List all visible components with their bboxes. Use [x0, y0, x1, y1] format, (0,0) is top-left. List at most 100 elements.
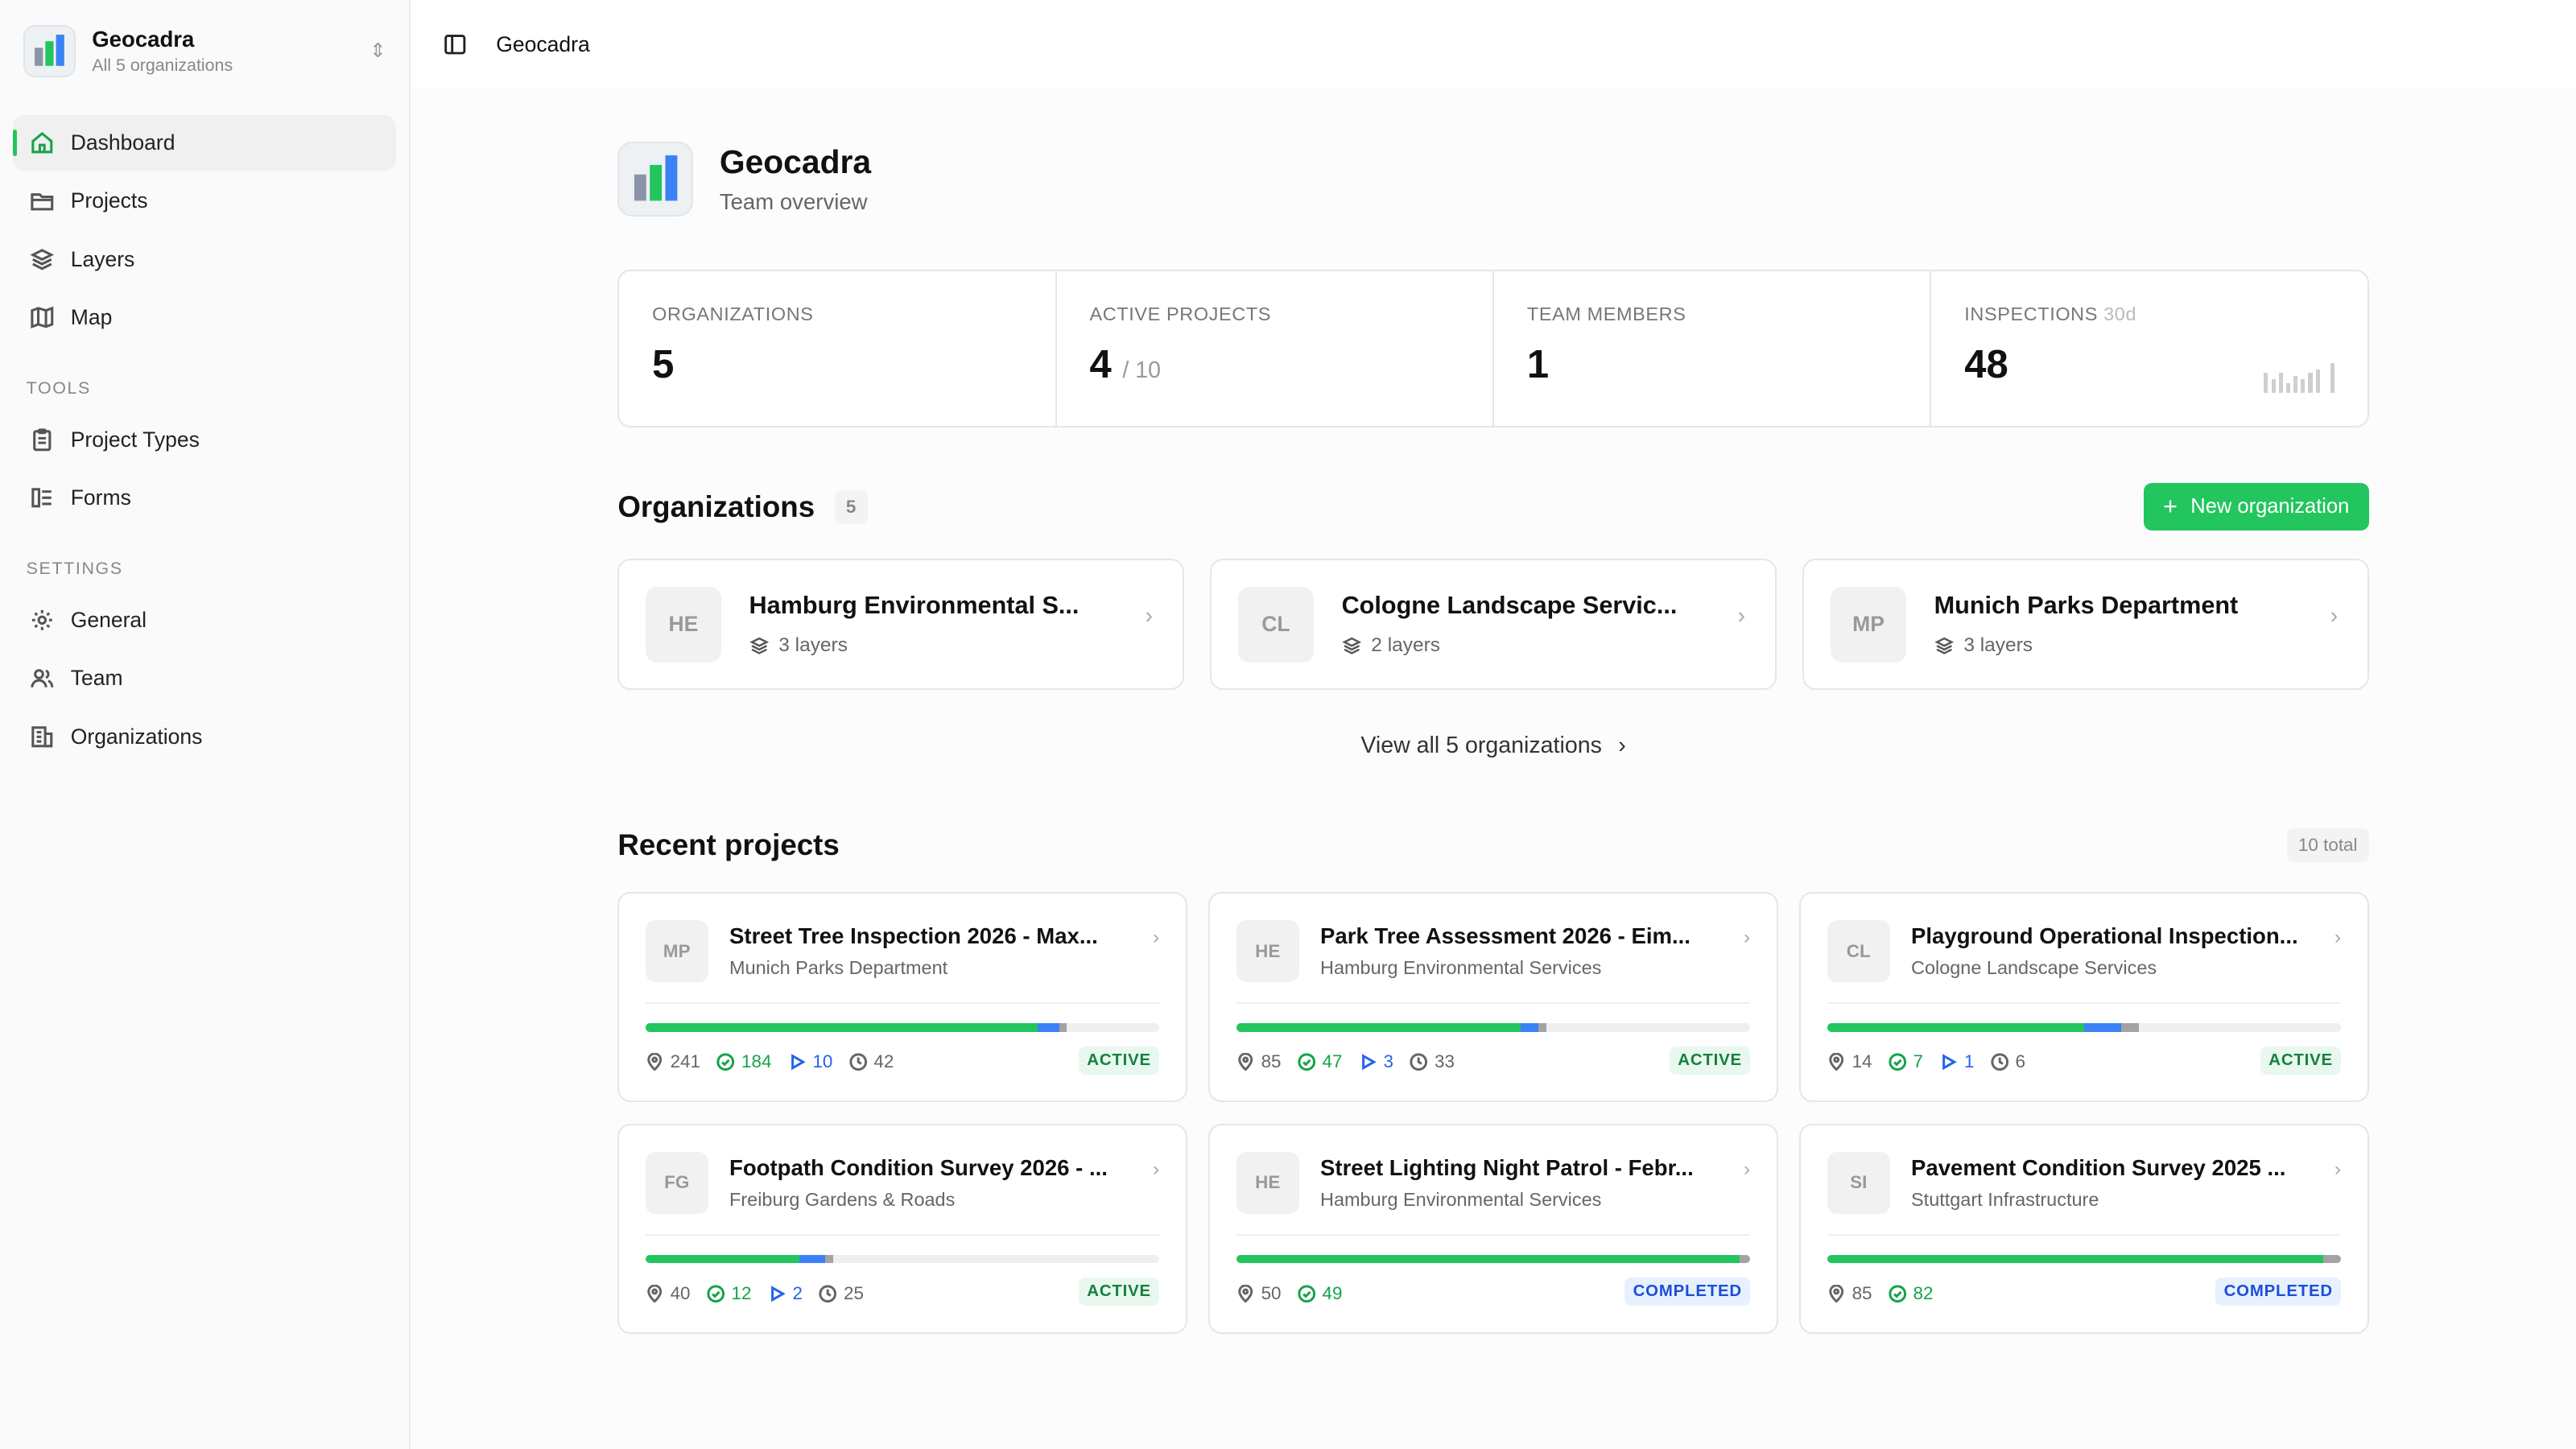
stat-in-progress: 10	[788, 1051, 832, 1072]
progress-in-progress-segment	[799, 1255, 826, 1264]
map-pin-icon	[647, 1284, 663, 1302]
stat-done: 49	[1298, 1283, 1343, 1304]
status-badge: ACTIVE	[1670, 1046, 1751, 1075]
organization-card[interactable]: CL Cologne Landscape Servic... 2 layers …	[1210, 559, 1777, 691]
stat-features: 85	[1827, 1283, 1872, 1304]
topbar: Geocadra	[411, 0, 2576, 89]
sidebar-item-dashboard[interactable]: Dashboard	[13, 114, 396, 171]
section-title: Organizations	[617, 489, 815, 523]
project-org: Hamburg Environmental Services	[1320, 957, 1602, 979]
sidebar-item-team[interactable]: Team	[13, 650, 396, 706]
org-card-meta: 3 layers	[749, 634, 1127, 657]
map-pin-icon	[1238, 1052, 1253, 1071]
org-avatar: MP	[1831, 586, 1906, 663]
org-card-meta: 2 layers	[1341, 634, 1719, 657]
progress-done-segment	[1827, 1255, 2323, 1264]
dashboard-content: Geocadra Team overview ORGANIZATIONS 5 A…	[617, 141, 2369, 1335]
clock-icon	[1410, 1053, 1428, 1071]
breadcrumb: Geocadra	[496, 31, 590, 56]
project-card[interactable]: HE Street Lighting Night Patrol - Febr..…	[1208, 1123, 1778, 1335]
project-org-avatar: HE	[1236, 1151, 1299, 1215]
main-nav: Dashboard Projects Layers Map TOOLS Proj…	[13, 114, 396, 765]
sidebar-item-layers[interactable]: Layers	[13, 232, 396, 287]
new-organization-button[interactable]: + New organization	[2143, 482, 2369, 531]
layers-icon	[1341, 637, 1361, 654]
play-icon	[1942, 1053, 1958, 1071]
project-card[interactable]: HE Park Tree Assessment 2026 - Eim... Ha…	[1208, 892, 1778, 1103]
project-org: Munich Parks Department	[729, 957, 948, 979]
project-org: Stuttgart Infrastructure	[1911, 1188, 2099, 1210]
project-card[interactable]: MP Street Tree Inspection 2026 - Max... …	[617, 892, 1187, 1103]
stat-pending: 25	[819, 1283, 864, 1304]
org-card-layers: 2 layers	[1371, 634, 1440, 657]
stat-total: / 10	[1122, 357, 1162, 383]
project-title: Pavement Condition Survey 2025 ...	[1911, 1154, 2286, 1180]
clock-icon	[849, 1053, 867, 1071]
sidebar-toggle-icon[interactable]	[444, 33, 467, 56]
view-all-organizations-link[interactable]: View all 5 organizations ›	[617, 733, 2368, 759]
check-circle-icon	[1889, 1053, 1907, 1071]
project-progress-bar	[645, 1255, 1160, 1264]
sidebar-item-label: Map	[70, 305, 113, 330]
project-title: Park Tree Assessment 2026 - Eim...	[1320, 923, 1690, 948]
project-card[interactable]: SI Pavement Condition Survey 2025 ... St…	[1799, 1123, 2369, 1335]
sidebar-item-label: Organizations	[70, 724, 203, 749]
map-pin-icon	[1829, 1284, 1844, 1302]
project-org: Cologne Landscape Services	[1911, 957, 2157, 979]
project-org-avatar: HE	[1236, 919, 1299, 983]
project-card[interactable]: FG Footpath Condition Survey 2026 - ... …	[617, 1123, 1187, 1335]
project-org: Hamburg Environmental Services	[1320, 1188, 1602, 1210]
page-title: Geocadra	[719, 142, 872, 180]
check-circle-icon	[707, 1284, 725, 1302]
sidebar-item-general[interactable]: General	[13, 592, 396, 648]
project-progress-bar	[1236, 1255, 1751, 1264]
geocadra-logo-icon	[23, 24, 76, 77]
stat-done: 7	[1889, 1051, 1923, 1072]
chevron-right-icon: ›	[1145, 603, 1153, 630]
progress-remaining-segment	[2120, 1023, 2140, 1032]
stat-features: 50	[1236, 1283, 1282, 1304]
org-switcher-name: Geocadra	[92, 26, 195, 52]
progress-in-progress-segment	[1038, 1023, 1059, 1032]
stat-value: 1	[1526, 342, 1550, 386]
project-card[interactable]: CL Playground Operational Inspection... …	[1799, 892, 2369, 1103]
sidebar-item-map[interactable]: Map	[13, 290, 396, 345]
stat-done: 184	[716, 1051, 771, 1072]
organization-card[interactable]: HE Hamburg Environmental S... 3 layers ›	[617, 559, 1184, 691]
chevron-right-icon: ›	[1744, 926, 1751, 948]
projects-header: Recent projects 10 total	[617, 828, 2369, 863]
sidebar-item-label: Projects	[70, 188, 148, 213]
stat-in-progress: 2	[768, 1283, 803, 1304]
sidebar-item-forms[interactable]: Forms	[13, 470, 396, 526]
layers-icon	[30, 249, 54, 270]
check-circle-icon	[716, 1053, 735, 1071]
org-switcher[interactable]: Geocadra All 5 organizations ⇕	[13, 16, 396, 85]
progress-done-segment	[645, 1255, 800, 1264]
sidebar-item-project-types[interactable]: Project Types	[13, 412, 396, 468]
stat-organizations: ORGANIZATIONS 5	[619, 270, 1057, 426]
org-card-name: Cologne Landscape Servic...	[1341, 592, 1678, 620]
stat-label: INSPECTIONS	[1964, 303, 2098, 325]
projects-total-badge: 10 total	[2286, 828, 2369, 863]
inspections-sparkline	[2264, 363, 2335, 393]
organizations-count-badge: 5	[834, 489, 868, 524]
org-card-name: Munich Parks Department	[1934, 592, 2239, 620]
stat-period: 30d	[2103, 303, 2137, 325]
sidebar-item-organizations[interactable]: Organizations	[13, 708, 396, 764]
org-avatar: CL	[1238, 586, 1314, 663]
link-label: View all 5 organizations	[1360, 733, 1602, 759]
organization-card[interactable]: MP Munich Parks Department 3 layers ›	[1802, 559, 2369, 691]
org-card-layers: 3 layers	[778, 634, 848, 657]
progress-remaining-segment	[2322, 1255, 2342, 1264]
progress-in-progress-segment	[2084, 1023, 2121, 1032]
geocadra-logo-icon	[617, 141, 694, 217]
play-icon	[1362, 1053, 1377, 1071]
stat-features: 241	[646, 1051, 700, 1072]
stats-panel: ORGANIZATIONS 5 ACTIVE PROJECTS 4 / 10 T…	[617, 269, 2369, 427]
project-title: Street Lighting Night Patrol - Febr...	[1320, 1154, 1694, 1180]
sidebar-item-projects[interactable]: Projects	[13, 173, 396, 229]
project-progress-bar	[1236, 1023, 1751, 1032]
stat-in-progress: 1	[1939, 1051, 1975, 1072]
play-icon	[791, 1053, 806, 1071]
page-subtitle: Team overview	[719, 189, 868, 215]
